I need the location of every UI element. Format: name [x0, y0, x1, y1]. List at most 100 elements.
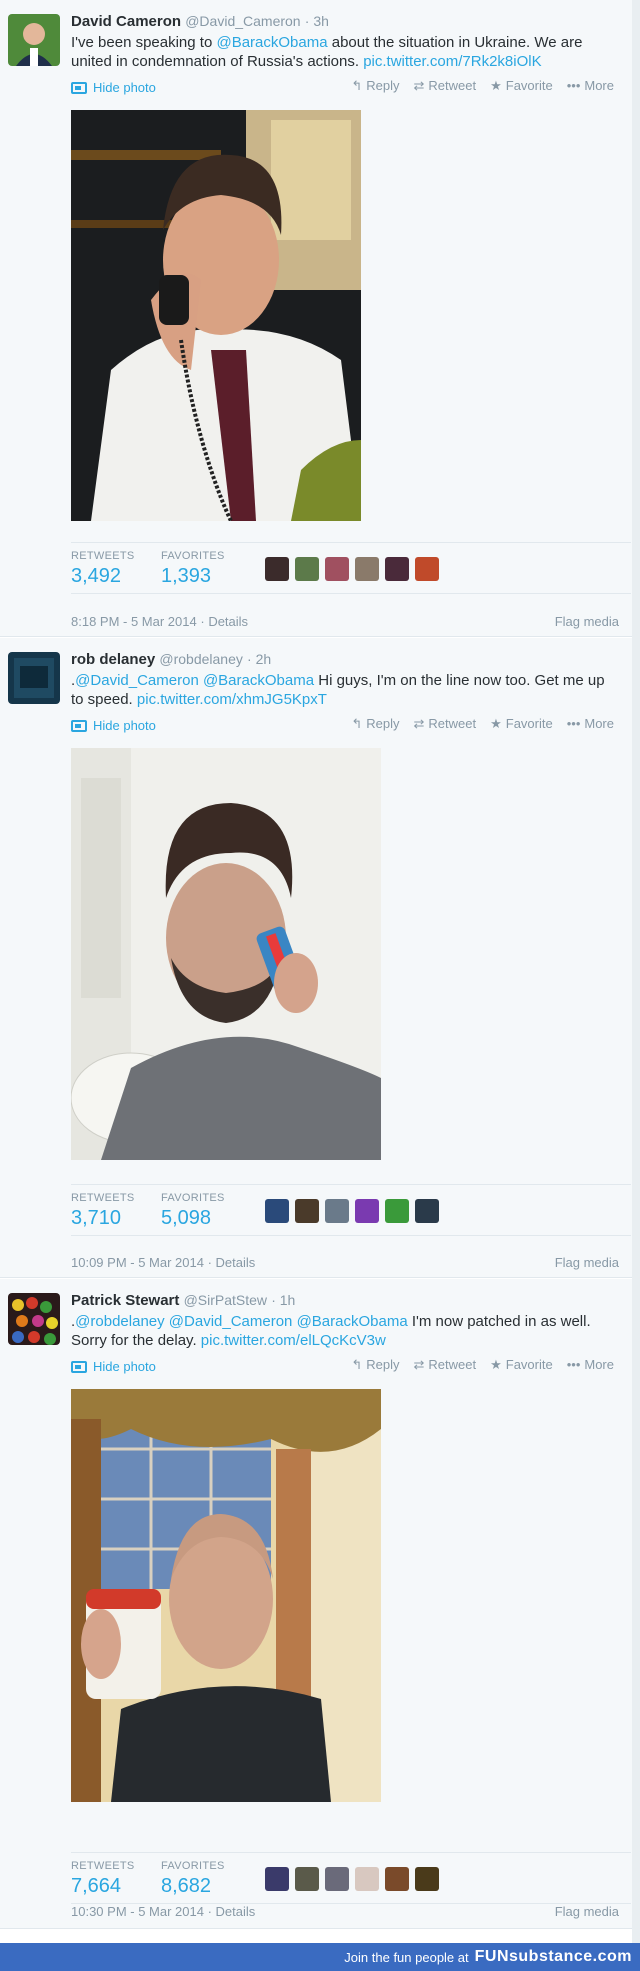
timestamp[interactable]: 10:09 PM - 5 Mar 2014 — [71, 1255, 204, 1270]
avatar[interactable] — [8, 1293, 60, 1345]
media-link[interactable]: pic.twitter.com/elLQcKcV3w — [201, 1332, 386, 1349]
flag-media-link[interactable]: Flag media — [555, 1255, 619, 1270]
retweet-icon: ⇄ — [413, 78, 425, 93]
avatar[interactable] — [385, 1867, 409, 1891]
engagement-stats: RETWEETS 3,492 FAVORITES 1,393 — [71, 542, 631, 594]
reply-button[interactable]: ↰ Reply — [351, 1357, 399, 1373]
timestamp[interactable]: 8:18 PM - 5 Mar 2014 — [71, 614, 197, 629]
favorite-button[interactable]: ★ Favorite — [490, 1357, 553, 1373]
user-name[interactable]: Patrick Stewart — [71, 1292, 179, 1309]
retweet-button[interactable]: ⇄ Retweet — [413, 716, 476, 732]
avatar[interactable] — [355, 1199, 379, 1223]
avatar[interactable] — [265, 1199, 289, 1223]
mention-link[interactable]: @David_Cameron @BarackObama — [75, 672, 314, 689]
media-link[interactable]: pic.twitter.com/xhmJG5KpxT — [137, 691, 327, 708]
avatar[interactable] — [295, 1199, 319, 1223]
user-name[interactable]: David Cameron — [71, 13, 181, 30]
tweet-footer: 10:30 PM - 5 Mar 2014 · Details Flag med… — [71, 1904, 619, 1919]
tweet-text: .@robdelaney @David_Cameron @BarackObama… — [71, 1312, 616, 1350]
star-icon: ★ — [490, 78, 502, 93]
avatar[interactable] — [415, 1199, 439, 1223]
retweet-icon: ⇄ — [413, 1357, 425, 1372]
tweet-card: Patrick Stewart @SirPatStew · 1h .@robde… — [0, 1279, 632, 1929]
avatar[interactable] — [325, 557, 349, 581]
tweet-age[interactable]: · 3h — [305, 13, 329, 29]
more-dots-icon: ••• — [566, 78, 581, 93]
retweets-count: 3,710 — [71, 1207, 122, 1229]
user-name[interactable]: rob delaney — [71, 651, 155, 668]
media-link[interactable]: pic.twitter.com/7Rk2k8iOlK — [363, 53, 541, 70]
tweet-card: rob delaney @robdelaney · 2h .@David_Cam… — [0, 638, 632, 1278]
avatar[interactable] — [295, 557, 319, 581]
favorites-label: FAVORITES — [161, 1192, 225, 1204]
mention-link[interactable]: @BarackObama — [216, 34, 327, 51]
star-icon: ★ — [490, 716, 502, 731]
dot-separator: · — [207, 1255, 216, 1270]
more-button[interactable]: ••• More — [567, 78, 614, 94]
avatar[interactable] — [385, 1199, 409, 1223]
avatar[interactable] — [355, 1867, 379, 1891]
more-label: More — [584, 716, 614, 731]
retweets-label: RETWEETS — [71, 1860, 135, 1872]
tweet-photo[interactable] — [71, 748, 381, 1160]
tweet-actions: ↰ Reply ⇄ Retweet ★ Favorite ••• More — [351, 1357, 614, 1373]
retweet-label: Retweet — [428, 716, 477, 731]
avatar[interactable] — [265, 1867, 289, 1891]
tweet-photo[interactable] — [71, 1389, 381, 1802]
avatar[interactable] — [265, 557, 289, 581]
avatar[interactable] — [415, 1867, 439, 1891]
more-button[interactable]: ••• More — [567, 716, 614, 732]
tweet-actions: ↰ Reply ⇄ Retweet ★ Favorite ••• More — [351, 716, 614, 732]
retweet-button[interactable]: ⇄ Retweet — [413, 1357, 476, 1373]
hide-photo-button[interactable]: Hide photo — [71, 80, 156, 95]
details-link[interactable]: Details — [216, 1255, 256, 1270]
flag-media-link[interactable]: Flag media — [555, 614, 619, 629]
retweets-count: 7,664 — [71, 1875, 122, 1897]
more-button[interactable]: ••• More — [567, 1357, 614, 1373]
hide-photo-label: Hide photo — [93, 80, 156, 95]
avatar[interactable] — [295, 1867, 319, 1891]
engagement-stats: RETWEETS 3,710 FAVORITES 5,098 — [71, 1184, 631, 1236]
mention-link[interactable]: @robdelaney @David_Cameron @BarackObama — [75, 1313, 408, 1330]
tweet-header: David Cameron @David_Cameron · 3h — [71, 13, 329, 30]
tweet-header: Patrick Stewart @SirPatStew · 1h — [71, 1292, 295, 1309]
avatar[interactable] — [325, 1199, 349, 1223]
hide-photo-button[interactable]: Hide photo — [71, 1359, 156, 1374]
reply-button[interactable]: ↰ Reply — [351, 78, 399, 94]
timeline: David Cameron @David_Cameron · 3h I've b… — [0, 0, 640, 1971]
photo-icon — [71, 1360, 87, 1373]
favorite-button[interactable]: ★ Favorite — [490, 78, 553, 94]
tweet-photo[interactable] — [71, 110, 361, 521]
details-link[interactable]: Details — [216, 1904, 256, 1919]
favorites-stat[interactable]: FAVORITES 5,098 — [161, 1192, 225, 1230]
avatar[interactable] — [8, 652, 60, 704]
favorites-count: 5,098 — [161, 1207, 212, 1229]
reply-label: Reply — [366, 1357, 400, 1372]
user-handle[interactable]: @SirPatStew — [184, 1292, 267, 1308]
favorite-button[interactable]: ★ Favorite — [490, 716, 553, 732]
avatar[interactable] — [8, 14, 60, 66]
retweets-stat[interactable]: RETWEETS 3,710 — [71, 1192, 135, 1230]
favorites-stat[interactable]: FAVORITES 1,393 — [161, 550, 225, 588]
avatar[interactable] — [385, 557, 409, 581]
favorite-label: Favorite — [505, 78, 553, 93]
avatar[interactable] — [325, 1867, 349, 1891]
details-link[interactable]: Details — [208, 614, 248, 629]
retweet-button[interactable]: ⇄ Retweet — [413, 78, 476, 94]
favorites-stat[interactable]: FAVORITES 8,682 — [161, 1860, 225, 1898]
reply-button[interactable]: ↰ Reply — [351, 716, 399, 732]
tweet-age[interactable]: · 1h — [271, 1292, 295, 1308]
retweets-stat[interactable]: RETWEETS 7,664 — [71, 1860, 135, 1898]
user-handle[interactable]: @David_Cameron — [185, 13, 300, 29]
retweets-stat[interactable]: RETWEETS 3,492 — [71, 550, 135, 588]
avatar[interactable] — [415, 557, 439, 581]
user-handle[interactable]: @robdelaney — [159, 651, 243, 667]
tweet-age[interactable]: · 2h — [247, 651, 271, 667]
avatar[interactable] — [355, 557, 379, 581]
retweet-icon: ⇄ — [413, 716, 425, 731]
flag-media-link[interactable]: Flag media — [555, 1904, 619, 1919]
timestamp[interactable]: 10:30 PM - 5 Mar 2014 — [71, 1904, 204, 1919]
more-label: More — [584, 78, 614, 93]
reply-label: Reply — [366, 716, 400, 731]
hide-photo-button[interactable]: Hide photo — [71, 718, 156, 733]
